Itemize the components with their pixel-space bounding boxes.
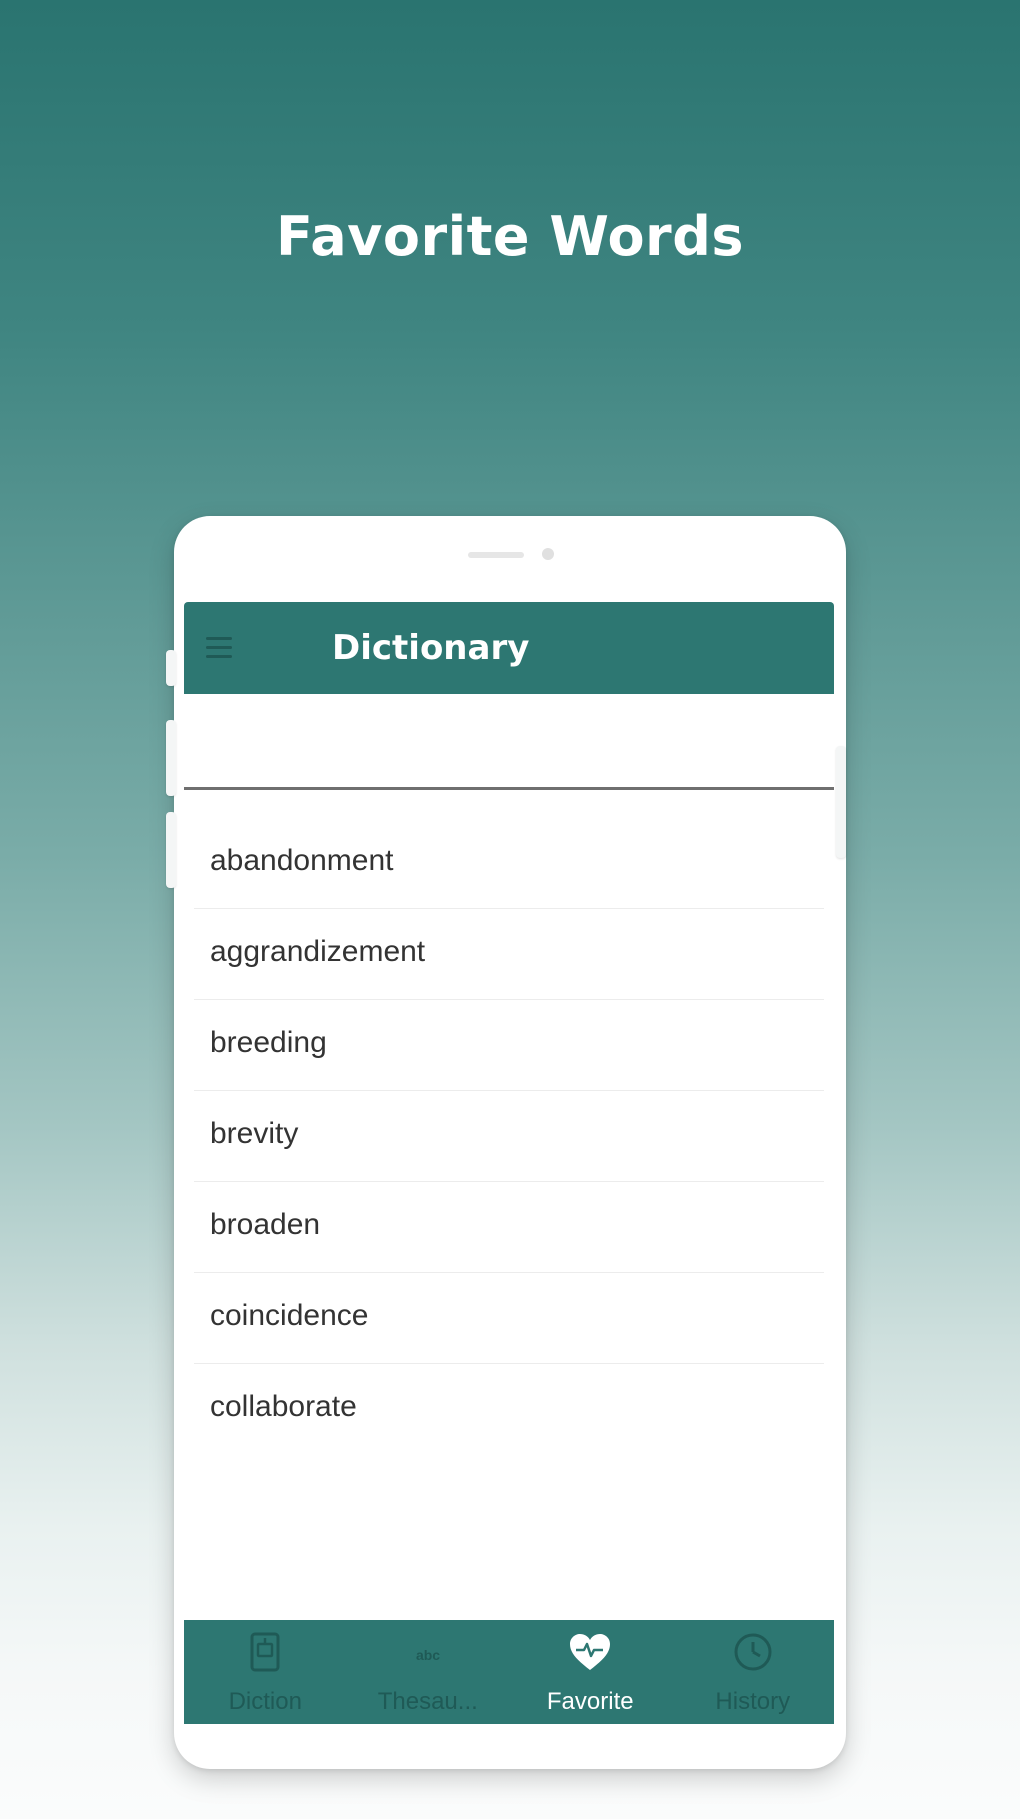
word-label: aggrandizement [210,935,426,968]
list-item[interactable]: coincidence [194,1273,824,1364]
nav-item-history[interactable]: History [672,1620,835,1724]
phone-mockup: Dictionary abandonment aggrandizement br… [166,516,846,1769]
list-item[interactable]: collaborate [194,1364,824,1455]
list-item[interactable]: broaden [194,1182,824,1273]
heart-icon [567,1630,613,1676]
app-bar: Dictionary [184,602,834,694]
word-label: broaden [210,1208,321,1241]
nav-item-favorite[interactable]: Favorite [509,1620,672,1724]
word-label: abandonment [210,844,394,877]
phone-speaker [468,552,524,558]
nav-item-dictionary[interactable]: Diction [184,1620,347,1724]
bottom-navigation: Diction abc Thesau... Favorite History [184,1620,834,1724]
search-field[interactable] [184,694,834,790]
thesaurus-abc-icon: abc [405,1630,451,1676]
phone-side-button-right [836,746,846,858]
nav-item-thesaurus[interactable]: abc Thesau... [347,1620,510,1724]
nav-label: Thesau... [377,1688,478,1715]
word-label: collaborate [210,1390,357,1423]
word-label: breeding [210,1026,327,1059]
word-label: coincidence [210,1299,369,1332]
svg-text:abc: abc [416,1647,440,1663]
app-title: Dictionary [332,628,530,668]
word-label: brevity [210,1117,299,1150]
favorite-word-list: abandonment aggrandizement breeding brev… [194,818,824,1455]
dictionary-book-icon [242,1630,288,1676]
nav-label: Diction [228,1688,302,1715]
list-item[interactable]: abandonment [194,818,824,909]
phone-camera [542,548,554,560]
search-input[interactable] [208,716,812,768]
page-headline: Favorite Words [275,205,744,268]
app-screen: Dictionary abandonment aggrandizement br… [184,602,834,1724]
list-item[interactable]: aggrandizement [194,909,824,1000]
phone-side-button-left-top [166,650,176,686]
list-item[interactable]: breeding [194,1000,824,1091]
hamburger-menu-icon[interactable] [204,634,238,662]
nav-label: History [715,1688,791,1715]
clock-icon [730,1630,776,1676]
phone-side-button-left-bottom [166,812,176,888]
list-item[interactable]: brevity [194,1091,824,1182]
phone-side-button-left-middle [166,720,176,796]
nav-label: Favorite [546,1688,634,1715]
